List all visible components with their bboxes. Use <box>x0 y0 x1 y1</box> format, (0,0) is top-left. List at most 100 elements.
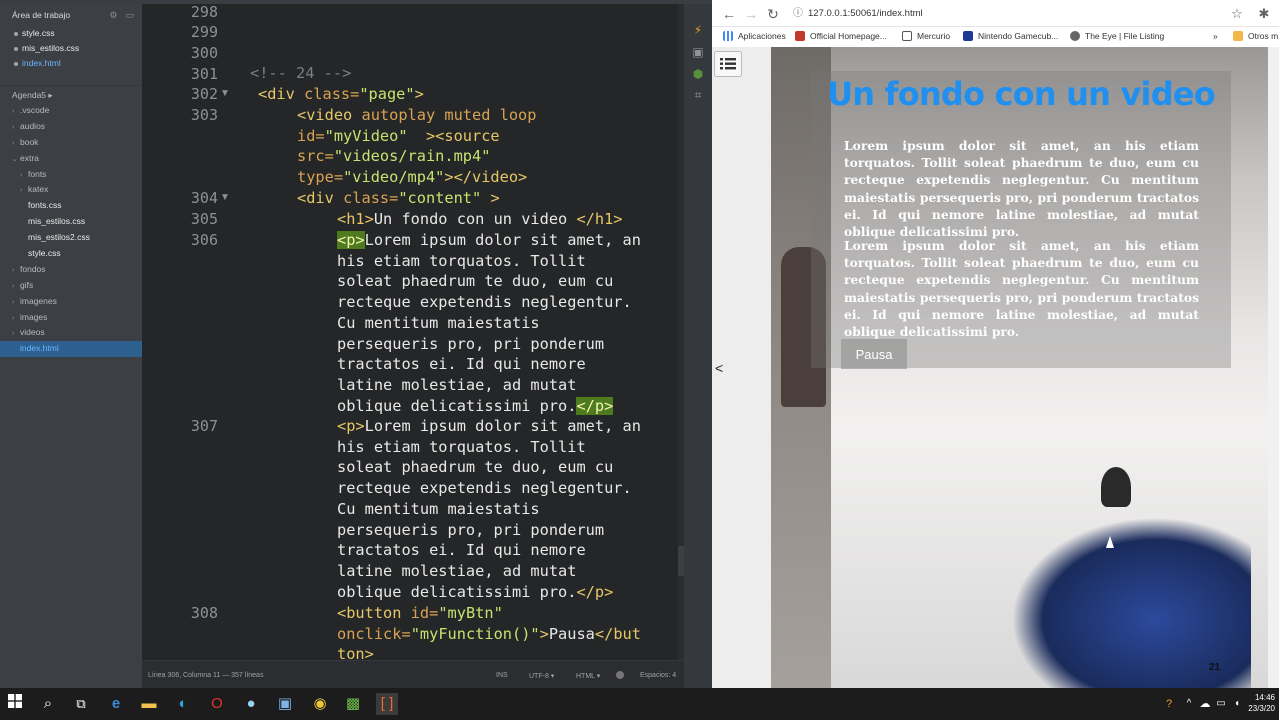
edge-icon[interactable]: e <box>105 693 127 715</box>
tree-file-item[interactable]: mis_estilos2.css <box>0 230 142 246</box>
system-tray[interactable]: 14:46 23/3/20 <box>1248 692 1275 714</box>
star-icon[interactable]: ☆ <box>1228 5 1246 23</box>
line-number: 307 <box>190 417 218 435</box>
tree-file-item[interactable]: style.css <box>0 246 142 262</box>
linter-icon[interactable]: ⬢ <box>691 68 705 80</box>
edge-chromium-icon[interactable]: ◐ <box>172 693 194 715</box>
code-line: <p>Lorem ipsum dolor sit amet, an his et… <box>337 231 641 415</box>
bullet-icon <box>14 61 18 66</box>
paragraph-2: Lorem ipsum dolor sit amet, an his etiam… <box>844 238 1199 340</box>
more-bookmarks[interactable]: » <box>1213 31 1218 41</box>
file-explorer-icon[interactable]: ▬ <box>138 693 160 715</box>
info-icon[interactable]: ⓘ <box>793 4 803 24</box>
pause-button[interactable]: Pausa <box>841 339 907 369</box>
tree-folder-item[interactable]: › book <box>0 135 142 151</box>
chevron-right-icon: › <box>12 139 15 147</box>
code-editor[interactable]: 298 299 300 301 302 ▼ 303 304 ▼ 305 306 … <box>142 4 684 660</box>
line-number: 305 <box>190 210 218 228</box>
open-files-list: style.css mis_estilos.css index.html <box>0 26 142 71</box>
brackets-icon[interactable]: [ ] <box>376 693 398 715</box>
windows-start-icon[interactable] <box>4 693 26 715</box>
content-overlay: Un fondo con un video Lorem ipsum dolor … <box>811 71 1231 369</box>
bookmark-apps[interactable]: Aplicaciones <box>723 31 786 41</box>
fold-arrow-icon[interactable]: ▼ <box>220 192 230 203</box>
fold-arrow-icon[interactable]: ▼ <box>220 88 230 99</box>
tree-folder-item[interactable]: › fonts <box>0 167 142 183</box>
bookmark-folder-other[interactable]: Otros m <box>1233 31 1278 41</box>
page-viewport: < Un fondo con un video Lorem ipsum dolo… <box>712 47 1279 688</box>
split-view-icon[interactable]: ▭ <box>125 10 134 21</box>
open-file-item[interactable]: mis_estilos.css <box>0 41 142 56</box>
extensions-icon[interactable]: ▣ <box>691 46 705 58</box>
tree-folder-item[interactable]: › .vscode <box>0 103 142 119</box>
code-icon[interactable]: ⌗ <box>691 89 705 101</box>
app-icon[interactable]: ● <box>240 693 262 715</box>
bookmark-item[interactable]: Mercurio <box>902 31 950 41</box>
tree-folder-item[interactable]: › images <box>0 310 142 326</box>
search-icon[interactable]: ⌕ <box>37 693 59 715</box>
page-heading: Un fondo con un video <box>827 75 1216 113</box>
opera-icon[interactable]: O <box>206 693 228 715</box>
volume-icon[interactable]: ◖ <box>1226 693 1248 715</box>
browser-window: ← → ↻ ⓘ 127.0.0.1:50061/index.html ☆ ✱ A… <box>712 0 1279 688</box>
chevron-right-icon: › <box>20 187 23 195</box>
tree-folder-item[interactable]: › imagenes <box>0 294 142 310</box>
chrome-icon[interactable]: ◉ <box>309 693 331 715</box>
bullet-icon <box>14 46 18 51</box>
tree-folder-item[interactable]: › videos <box>0 325 142 341</box>
tree-folder-item[interactable]: › audios <box>0 119 142 135</box>
reload-icon[interactable]: ↻ <box>764 5 782 23</box>
bookmark-item[interactable]: Nintendo Gamecub... <box>963 31 1058 41</box>
forward-arrow-icon[interactable]: → <box>742 5 760 23</box>
live-preview-icon[interactable]: ⚡ <box>691 24 705 36</box>
editor-right-toolbar: ⚡ ▣ ⬢ ⌗ <box>684 4 712 688</box>
collapse-arrow-icon[interactable]: < <box>715 360 723 376</box>
tree-folder-item[interactable]: › fondos <box>0 262 142 278</box>
line-number: 308 <box>190 604 218 622</box>
menu-list-button[interactable] <box>714 51 742 77</box>
line-number: 304 <box>190 189 218 207</box>
code-line: <h1>Un fondo con un video </h1> <box>337 210 623 228</box>
back-arrow-icon[interactable]: ← <box>720 5 738 23</box>
open-file-item[interactable]: index.html <box>0 56 142 71</box>
clock-date: 23/3/20 <box>1248 704 1275 713</box>
file-tree: › .vscode › audios › book ⌄ extra › fonts › katex fo… <box>0 103 142 358</box>
camtasia-icon[interactable]: ▩ <box>342 693 364 715</box>
encoding-select[interactable]: UTF-8 ▾ <box>529 672 554 680</box>
code-line: <!-- 24 --> <box>250 64 352 82</box>
address-bar[interactable]: ⓘ 127.0.0.1:50061/index.html <box>788 4 1252 24</box>
app-icon[interactable]: ▣ <box>274 693 296 715</box>
site-favicon-icon <box>963 31 973 41</box>
gear-icon[interactable]: ⚙ <box>109 10 117 21</box>
extension-puzzle-icon[interactable]: ✱ <box>1255 5 1273 23</box>
task-view-icon[interactable]: ⧉ <box>70 693 92 715</box>
bookmark-item[interactable]: The Eye | File Listing <box>1070 31 1164 41</box>
eye-favicon-icon <box>1070 31 1080 41</box>
page-scrollbar[interactable] <box>1268 47 1279 688</box>
chevron-down-icon: ⌄ <box>12 155 18 163</box>
project-title[interactable]: Agenda5 ▸ <box>0 85 142 103</box>
tree-folder-item[interactable]: › gifs <box>0 278 142 294</box>
code-line: <div class="page"> <box>258 85 424 103</box>
line-number: 301 <box>190 65 218 83</box>
tree-file-item[interactable]: mis_estilos.css <box>0 214 142 230</box>
chevron-right-icon: › <box>12 282 15 290</box>
language-select[interactable]: HTML ▾ <box>576 672 600 680</box>
windows-taskbar: ⌕ ⧉ e ▬ ◐ O ● ▣ ◉ ▩ [ ] 14:46 23/3/20 ? … <box>0 688 1279 720</box>
bookmarks-bar: Aplicaciones Official Homepage... Mercur… <box>712 27 1279 47</box>
tree-file-item[interactable]: fonts.css <box>0 198 142 214</box>
browser-toolbar: ← → ↻ ⓘ 127.0.0.1:50061/index.html ☆ ✱ <box>712 0 1279 27</box>
code-line: <div class="content" > <box>297 189 500 207</box>
mouse-cursor-icon <box>1106 536 1114 548</box>
linter-status-icon[interactable] <box>616 671 624 679</box>
chevron-right-icon: › <box>12 123 15 131</box>
indent-setting[interactable]: Espacios: 4 <box>640 672 676 679</box>
tree-folder-item[interactable]: ⌄ extra <box>0 151 142 167</box>
help-icon[interactable]: ? <box>1158 693 1180 715</box>
insert-mode[interactable]: INS <box>496 672 508 679</box>
list-icon <box>720 58 736 70</box>
tree-file-item[interactable]: index.html <box>0 341 142 358</box>
open-file-item[interactable]: style.css <box>0 26 142 41</box>
bookmark-item[interactable]: Official Homepage... <box>795 31 887 41</box>
tree-folder-item[interactable]: › katex <box>0 182 142 198</box>
